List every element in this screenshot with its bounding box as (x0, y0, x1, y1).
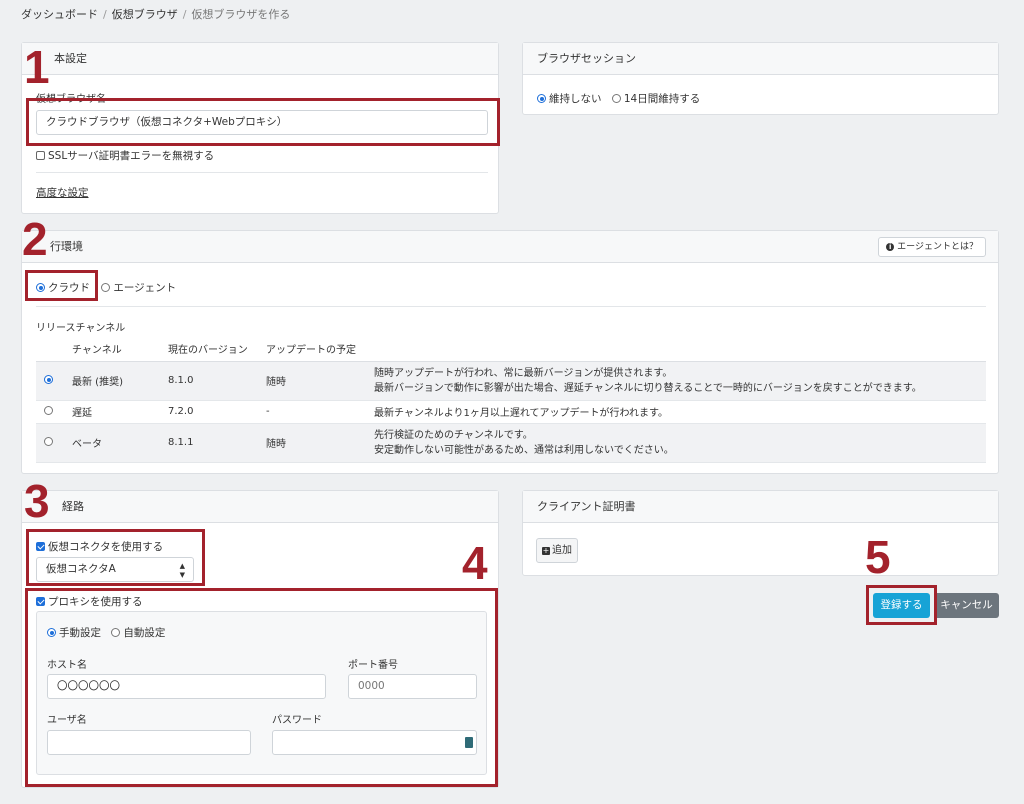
proxy-mode-auto[interactable]: 自動設定 (111, 627, 165, 639)
radio-selected[interactable] (537, 94, 546, 103)
channel-radio-delayed[interactable] (44, 406, 53, 415)
select-arrows-icon: ▲ ▼ (179, 562, 185, 579)
channel-description: 先行検証のためのチャンネルです。 安定動作しない可能性があるため、通常は利用しない… (366, 423, 986, 463)
browser-session-card: ブラウザセッション 維持しない 14日間維持する (522, 42, 999, 115)
host-input[interactable]: 〇〇〇〇〇〇 (47, 674, 326, 699)
channel-version: 8.1.0 (160, 361, 258, 401)
channel-schedule: 随時 (258, 423, 366, 463)
use-connector-checkbox[interactable]: 仮想コネクタを使用する (36, 539, 163, 554)
password-manager-icon[interactable] (465, 737, 473, 748)
col-channel: チャンネル (64, 337, 160, 362)
channel-version: 8.1.1 (160, 423, 258, 463)
env-option-cloud[interactable]: クラウド (36, 282, 90, 294)
session-option-none[interactable]: 維持しない (537, 93, 602, 105)
col-schedule: アップデートの予定 (258, 337, 366, 362)
radio-unselected[interactable] (111, 628, 121, 637)
col-version: 現在のバージョン (160, 337, 258, 362)
channel-radio-latest[interactable] (44, 375, 53, 384)
channel-schedule: 随時 (258, 361, 366, 401)
connector-checkbox-box[interactable] (36, 542, 45, 551)
ssl-ignore-checkbox[interactable]: SSLサーバ証明書エラーを無視する (36, 148, 214, 163)
use-proxy-checkbox[interactable]: プロキシを使用する (36, 594, 143, 609)
annotation-5: 5 (865, 531, 891, 583)
session-option-14days[interactable]: 14日間維持する (611, 93, 700, 105)
username-input[interactable] (47, 730, 251, 755)
radio-selected[interactable] (47, 628, 56, 637)
breadcrumb-current: 仮想ブラウザを作る (191, 8, 291, 21)
release-channel-table: チャンネル 現在のバージョン アップデートの予定 最新 (推奨) 8.1.0 随… (36, 337, 986, 463)
env-option-agent[interactable]: エージェント (101, 282, 176, 294)
browser-name-input[interactable]: クラウドブラウザ（仮想コネクタ+Webプロキシ） (36, 110, 488, 135)
host-label: ホスト名 (47, 660, 87, 671)
agent-help-button[interactable]: i エージェントとは？ (878, 237, 986, 257)
channel-description: 最新チャンネルより1ヶ月以上遅れてアップデートが行われます。 (366, 400, 986, 424)
ssl-checkbox-box[interactable] (36, 151, 45, 160)
radio-unselected[interactable] (101, 283, 111, 292)
submit-button[interactable]: 登録する (873, 593, 930, 618)
password-label: パスワード (272, 715, 322, 726)
breadcrumb-virtual-browser[interactable]: 仮想ブラウザ (112, 8, 178, 21)
advanced-settings-link[interactable]: 高度な設定 (36, 185, 89, 200)
release-channel-label: リリースチャンネル (36, 323, 126, 334)
environment-header: 行環境 (22, 231, 998, 263)
plus-square-icon: + (542, 546, 550, 555)
proxy-checkbox-box[interactable] (36, 597, 45, 606)
radio-unselected[interactable] (611, 94, 621, 103)
session-options: 維持しない 14日間維持する (537, 91, 700, 106)
table-row[interactable]: 最新 (推奨) 8.1.0 随時 随時アップデートが行われ、常に最新バージョンが… (36, 361, 986, 401)
radio-selected[interactable] (36, 283, 45, 292)
env-options: クラウド エージェント (36, 280, 176, 295)
channel-description: 随時アップデートが行われ、常に最新バージョンが提供されます。 最新バージョンで動作… (366, 361, 986, 401)
breadcrumb-dashboard[interactable]: ダッシュボード (21, 8, 98, 21)
annotation-4: 4 (462, 537, 488, 589)
route-card: 経路 仮想コネクタを使用する 仮想コネクタA ▲ ▼ プロキシを使用する 手動設定… (21, 490, 499, 788)
breadcrumb: ダッシュボード / 仮想ブラウザ / 仮想ブラウザを作る (21, 8, 291, 21)
info-icon: i (886, 243, 895, 251)
table-header-row: チャンネル 現在のバージョン アップデートの予定 (36, 337, 986, 362)
environment-card: 行環境 i エージェントとは？ クラウド エージェント リリースチャンネル チャン… (21, 230, 999, 474)
divider (36, 172, 488, 173)
basic-settings-header: 本設定 (22, 43, 498, 75)
annotation-1: 1 (24, 41, 50, 93)
channel-name: 遅延 (64, 400, 160, 424)
proxy-mode-options: 手動設定 自動設定 (47, 625, 165, 640)
channel-version: 7.2.0 (160, 400, 258, 424)
channel-radio-beta[interactable] (44, 437, 53, 446)
basic-settings-card: 本設定 仮想ブラウザ名 クラウドブラウザ（仮想コネクタ+Webプロキシ） SSL… (21, 42, 499, 214)
add-cert-button[interactable]: + 追加 (536, 538, 578, 563)
channel-name: 最新 (推奨) (64, 361, 160, 401)
annotation-2: 2 (22, 213, 48, 265)
table-row[interactable]: ベータ 8.1.1 随時 先行検証のためのチャンネルです。 安定動作しない可能性が… (36, 423, 986, 463)
cancel-button[interactable]: キャンセル (934, 593, 999, 618)
annotation-3: 3 (24, 475, 50, 527)
password-input[interactable] (272, 730, 477, 755)
route-header: 経路 (22, 491, 498, 523)
channel-name: ベータ (64, 423, 160, 463)
channel-schedule: - (258, 400, 366, 424)
client-cert-card: クライアント証明書 + 追加 (522, 490, 999, 576)
connector-select[interactable]: 仮想コネクタA ▲ ▼ (36, 557, 194, 582)
port-label: ポート番号 (348, 660, 398, 671)
client-cert-header: クライアント証明書 (523, 491, 998, 523)
port-input[interactable]: 0000 (348, 674, 477, 699)
proxy-settings-panel: 手動設定 自動設定 ホスト名 〇〇〇〇〇〇 ポート番号 0000 ユーザ名 パス… (36, 611, 487, 775)
browser-session-header: ブラウザセッション (523, 43, 998, 75)
proxy-mode-manual[interactable]: 手動設定 (47, 627, 101, 639)
divider (36, 306, 986, 307)
username-label: ユーザ名 (47, 715, 87, 726)
table-row[interactable]: 遅延 7.2.0 - 最新チャンネルより1ヶ月以上遅れてアップデートが行われます… (36, 400, 986, 424)
